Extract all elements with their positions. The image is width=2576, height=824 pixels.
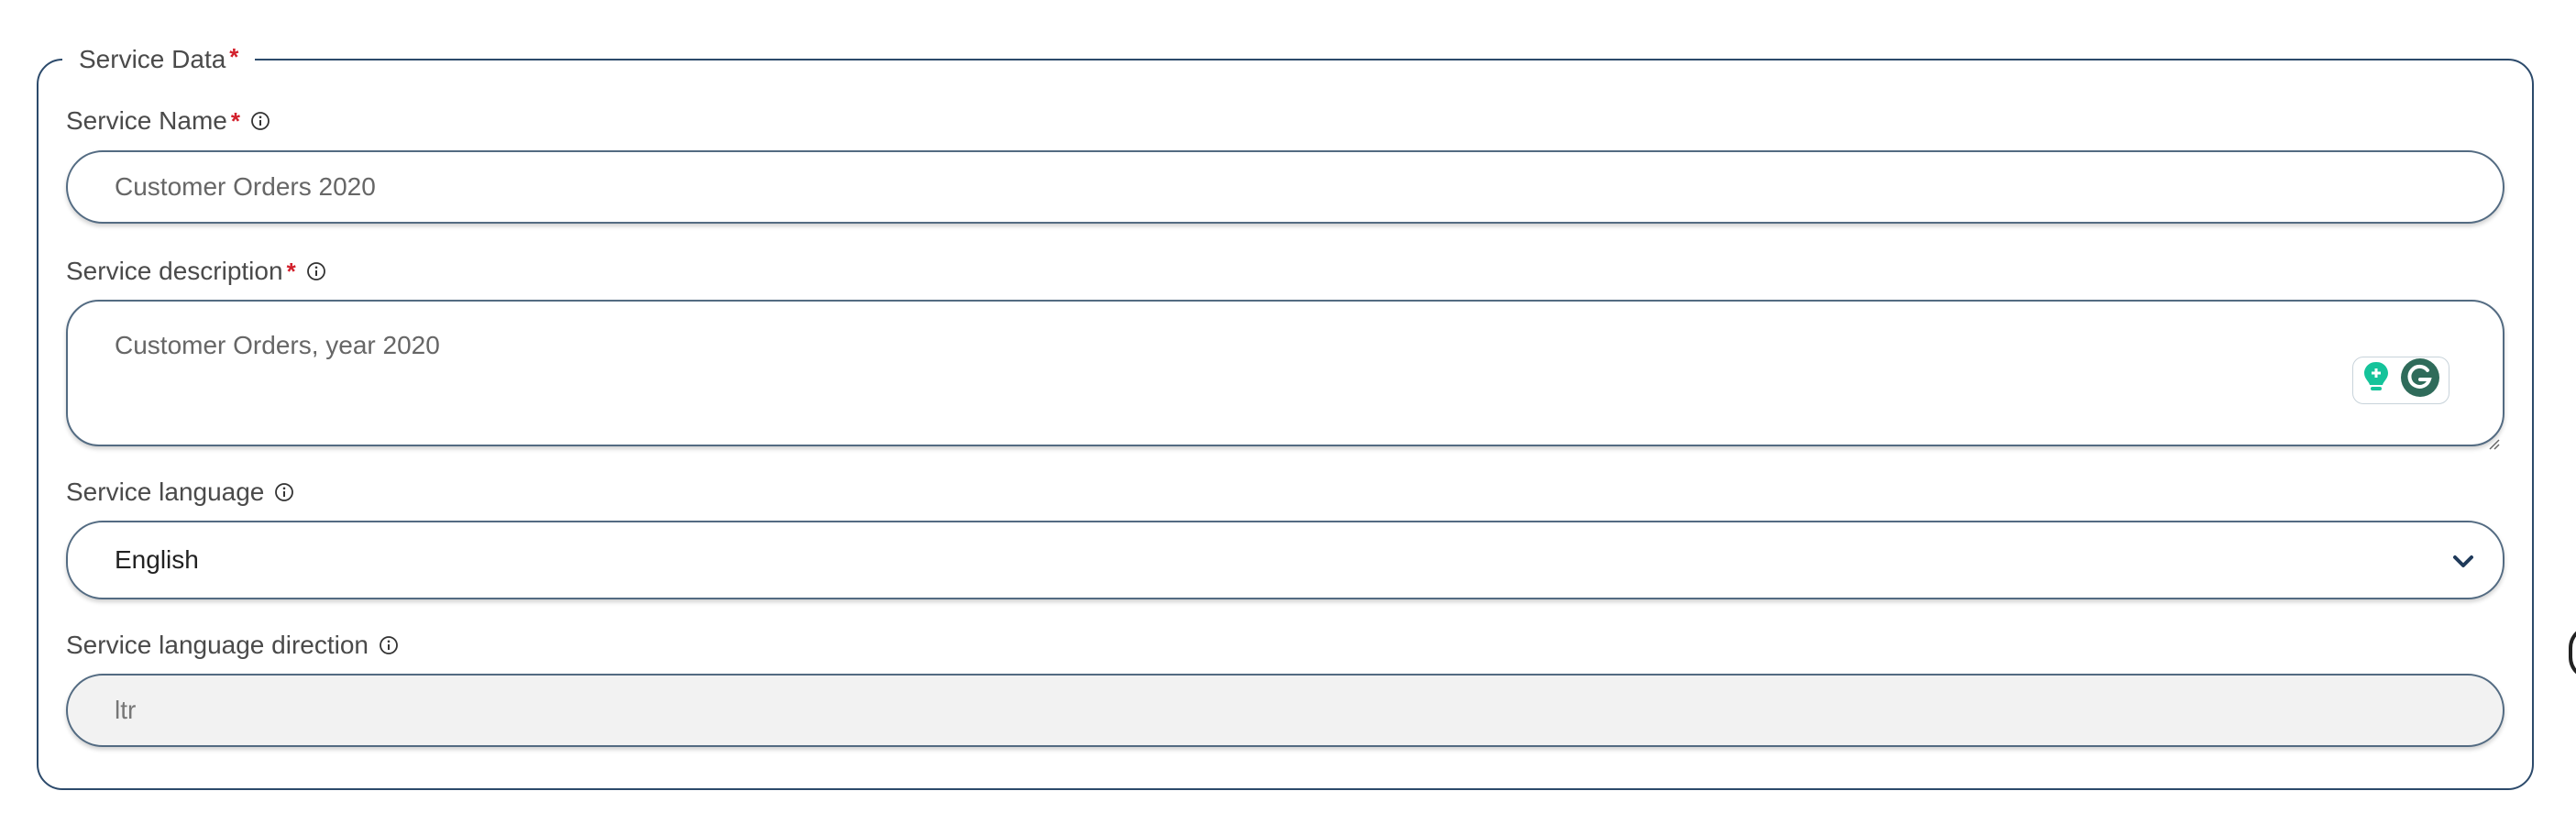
- service-language-direction-input: ltr: [66, 674, 2504, 747]
- service-name-label: Service Name *: [66, 104, 271, 137]
- service-language-label-text: Service language: [66, 478, 265, 506]
- required-asterisk: *: [230, 107, 240, 135]
- lightbulb-icon[interactable]: [2361, 359, 2392, 402]
- service-language-label: Service language: [66, 476, 295, 509]
- service-language-value: English: [115, 545, 199, 574]
- service-language-direction-label: Service language direction: [66, 629, 400, 662]
- resize-grip-icon[interactable]: [2486, 428, 2501, 450]
- service-language-direction-value: ltr: [115, 696, 137, 724]
- service-name-value: Customer Orders 2020: [115, 172, 376, 201]
- info-circle-icon[interactable]: [378, 634, 400, 656]
- info-circle-icon[interactable]: [305, 260, 327, 282]
- grammarly-g-icon[interactable]: [2399, 357, 2441, 405]
- service-name-label-text: Service Name: [66, 106, 227, 135]
- info-circle-icon[interactable]: [249, 110, 271, 132]
- required-asterisk: *: [286, 258, 296, 285]
- section-legend: Service Data *: [62, 40, 256, 76]
- service-description-value: Customer Orders, year 2020: [115, 331, 440, 359]
- info-circle-icon[interactable]: [273, 481, 295, 503]
- service-name-input[interactable]: Customer Orders 2020: [66, 150, 2504, 224]
- service-description-label-text: Service description: [66, 257, 283, 285]
- floating-widget-edge[interactable]: [2569, 625, 2576, 680]
- service-language-select[interactable]: English: [66, 521, 2504, 599]
- required-asterisk: *: [229, 43, 239, 71]
- grammarly-widget[interactable]: [2352, 357, 2449, 404]
- service-language-direction-label-text: Service language direction: [66, 631, 369, 659]
- chevron-down-icon[interactable]: [2451, 549, 2475, 571]
- service-description-label: Service description *: [66, 255, 327, 288]
- service-description-textarea[interactable]: Customer Orders, year 2020: [66, 300, 2504, 450]
- section-legend-label: Service Data: [79, 45, 226, 73]
